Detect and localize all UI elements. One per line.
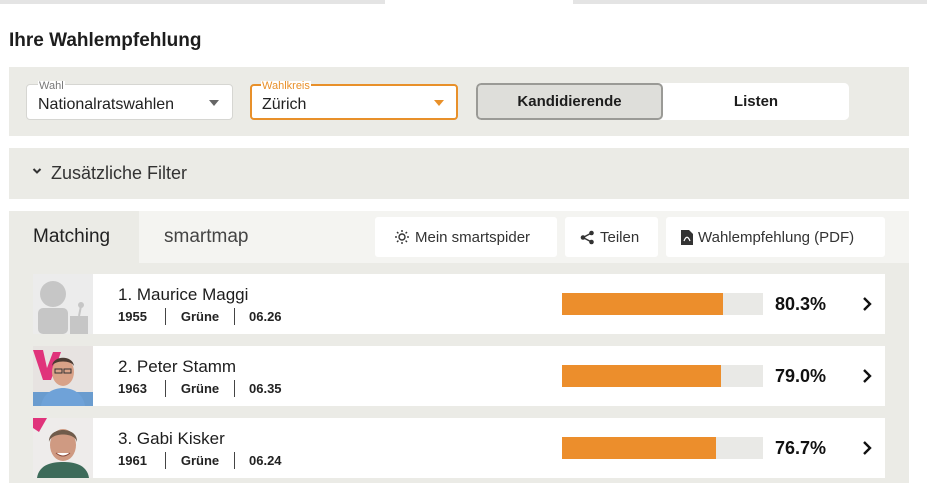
smartspider-label: Mein smartspider [415, 228, 531, 246]
pdf-label: Wahlempfehlung (PDF) [698, 228, 855, 246]
match-percentage: 79.0% [775, 366, 827, 386]
dropdown-arrow-icon [434, 100, 444, 106]
divider [234, 452, 235, 469]
candidate-meta: 1961 Grüne 06.24 [118, 452, 282, 469]
candidate-row[interactable]: 2. Peter Stamm 1963 Grüne 06.35 79.0% [33, 346, 885, 406]
selection-panel: Wahl Nationalratswahlen Wahlkreis Zürich… [9, 67, 909, 136]
match-percentage: 80.3% [775, 294, 827, 314]
divider [234, 308, 235, 325]
wahl-value: Nationalratswahlen [38, 96, 175, 113]
candidate-photo-image [33, 346, 93, 406]
candidate-name: 3. Gabi Kisker [118, 429, 225, 448]
view-toggle: Kandidierende Listen [476, 83, 849, 120]
wahlkreis-label: Wahlkreis [261, 80, 311, 92]
candidate-year: 1963 [118, 381, 147, 396]
wahl-select[interactable]: Wahl Nationalratswahlen [26, 80, 233, 120]
candidate-party: Grüne [180, 309, 220, 324]
tab-matching[interactable]: Matching [9, 211, 139, 263]
wahlkreis-select[interactable]: Wahlkreis Zürich [250, 80, 458, 120]
divider [165, 308, 166, 325]
candidate-list-code: 06.24 [249, 453, 282, 468]
wahlkreis-value: Zürich [262, 96, 307, 113]
candidate-meta: 1963 Grüne 06.35 [118, 380, 282, 397]
divider [165, 380, 166, 397]
kandidierende-button[interactable]: Kandidierende [476, 83, 663, 120]
wahl-label: Wahl [38, 80, 65, 92]
candidate-party: Grüne [180, 453, 220, 468]
tab-smartmap[interactable]: smartmap [139, 211, 375, 263]
pdf-file-icon [681, 229, 693, 245]
match-bar-fill [562, 437, 717, 459]
person-placeholder-icon [33, 274, 93, 334]
share-label: Teilen [600, 228, 640, 246]
match-bar-fill [562, 365, 721, 387]
match-bar-track [562, 437, 763, 459]
additional-filter-toggle[interactable]: Zusätzliche Filter [9, 148, 909, 199]
chevron-right-icon[interactable] [861, 296, 873, 312]
pdf-download-button[interactable]: Wahlempfehlung (PDF) [666, 217, 885, 257]
candidate-name: 2. Peter Stamm [118, 357, 237, 376]
chevron-right-icon[interactable] [861, 440, 873, 456]
top-tab-right[interactable] [573, 0, 927, 4]
candidate-photo [33, 346, 93, 406]
dropdown-arrow-icon [209, 100, 219, 106]
page-title: Ihre Wahlempfehlung [9, 30, 202, 51]
top-tab-strip [0, 0, 927, 4]
candidate-photo [33, 418, 93, 478]
smartspider-button[interactable]: Mein smartspider [375, 217, 557, 257]
candidate-year: 1961 [118, 453, 147, 468]
listen-button[interactable]: Listen [663, 83, 849, 120]
candidate-party: Grüne [180, 381, 220, 396]
sun-icon [395, 230, 409, 244]
match-bar-fill [562, 293, 724, 315]
candidate-meta: 1955 Grüne 06.26 [118, 308, 282, 325]
divider [165, 452, 166, 469]
filter-label: Zusätzliche Filter [51, 163, 188, 183]
share-icon [580, 230, 594, 244]
candidate-list-code: 06.35 [249, 381, 282, 396]
top-tab-left[interactable] [0, 0, 385, 4]
match-bar-track [562, 293, 763, 315]
chevron-down-icon [32, 168, 42, 174]
candidate-year: 1955 [118, 309, 147, 324]
avatar-placeholder [33, 274, 93, 334]
top-tab-active[interactable] [385, 0, 573, 4]
match-bar-track [562, 365, 763, 387]
candidate-row[interactable]: 3. Gabi Kisker 1961 Grüne 06.24 76.7% [33, 418, 885, 478]
candidate-list-code: 06.26 [249, 309, 282, 324]
candidate-name: 1. Maurice Maggi [118, 285, 249, 304]
candidate-photo-image [33, 418, 93, 478]
candidate-row[interactable]: 1. Maurice Maggi 1955 Grüne 06.26 80.3% [33, 274, 885, 334]
divider [234, 380, 235, 397]
share-button[interactable]: Teilen [565, 217, 658, 257]
match-percentage: 76.7% [775, 438, 827, 458]
results-panel: Matching smartmap Mein smartspider Teile… [9, 211, 909, 483]
chevron-right-icon[interactable] [861, 368, 873, 384]
